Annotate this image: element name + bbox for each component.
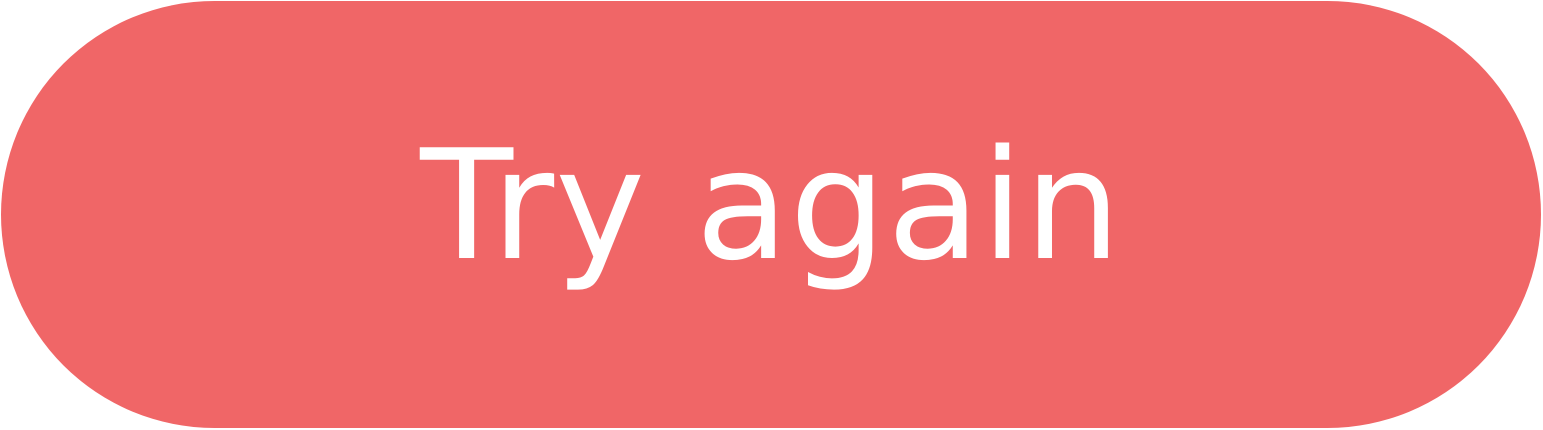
- page: Try again: [0, 0, 1543, 430]
- try-again-button[interactable]: Try again: [1, 1, 1541, 428]
- try-again-button-label: Try again: [420, 116, 1122, 294]
